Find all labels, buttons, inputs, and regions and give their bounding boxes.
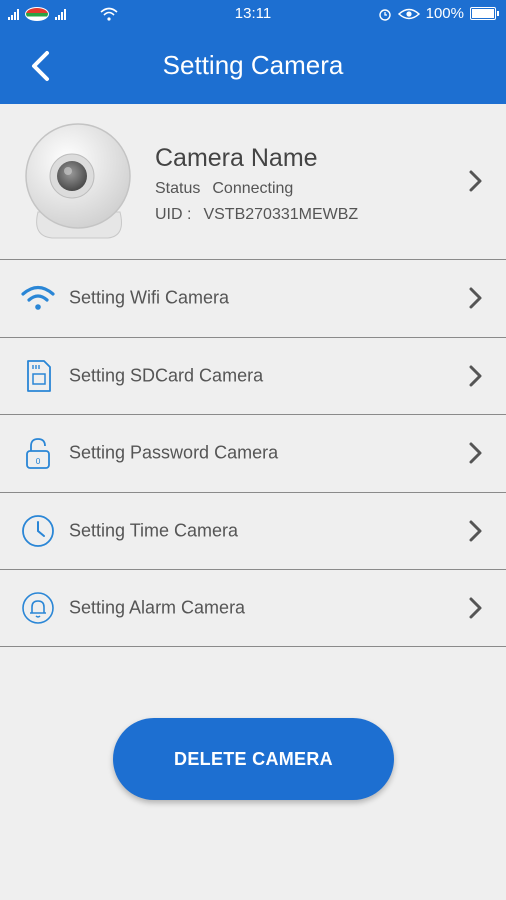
- camera-status: Status Connecting: [155, 180, 305, 198]
- uid-value: VSTB270331MEWBZ: [203, 206, 359, 223]
- menu-item-wifi[interactable]: Setting Wifi Camera: [0, 259, 506, 337]
- menu-label: Setting Time Camera: [69, 520, 239, 541]
- menu-item-time[interactable]: Setting Time Camera: [0, 491, 506, 570]
- status-bar: 13:11 100%: [0, 0, 506, 28]
- camera-info-row[interactable]: Camera Name Status Connecting UID : VSTB27…: [0, 104, 506, 259]
- chevron-right-icon: [469, 520, 482, 542]
- eye-icon: [397, 8, 420, 19]
- menu-label: Setting Password Camera: [69, 442, 279, 463]
- battery-icon: [470, 7, 499, 20]
- clock-icon: [20, 513, 56, 549]
- camera-image-icon: [25, 123, 131, 239]
- chevron-right-icon: [469, 365, 482, 387]
- menu-item-password[interactable]: 0 Setting Password Camera: [0, 414, 506, 492]
- page-title: Setting Camera: [162, 50, 344, 80]
- app-bar: Setting Camera: [0, 28, 506, 104]
- menu-label: Setting SDCard Camera: [69, 365, 264, 386]
- lock-icon: 0: [20, 435, 56, 471]
- status-label: Status: [155, 180, 201, 197]
- chevron-right-icon: [469, 287, 482, 309]
- battery-percent: 100%: [425, 5, 464, 22]
- uid-label: UID :: [155, 206, 192, 223]
- chevron-right-icon: [469, 597, 482, 619]
- chevron-right-icon: [469, 442, 482, 464]
- status-value: Connecting: [212, 180, 294, 197]
- sdcard-icon: [20, 358, 56, 394]
- bell-icon: [20, 590, 56, 626]
- camera-uid: UID : VSTB270331MEWBZ: [155, 206, 370, 224]
- svg-text:0: 0: [35, 457, 40, 466]
- menu-item-alarm[interactable]: Setting Alarm Camera: [0, 569, 506, 647]
- delete-camera-button[interactable]: DELETE CAMERA: [113, 718, 394, 800]
- menu-label: Setting Alarm Camera: [69, 597, 246, 618]
- status-right: 100%: [378, 5, 499, 22]
- menu-label: Setting Wifi Camera: [69, 287, 230, 308]
- wifi-icon: [20, 280, 56, 316]
- alarm-clock-icon: [378, 8, 391, 21]
- camera-name: Camera Name: [155, 144, 318, 172]
- chevron-right-icon: [469, 170, 482, 192]
- settings-menu: Setting Wifi Camera Setting SDCard Camer…: [0, 259, 506, 647]
- menu-item-sdcard[interactable]: Setting SDCard Camera: [0, 336, 506, 415]
